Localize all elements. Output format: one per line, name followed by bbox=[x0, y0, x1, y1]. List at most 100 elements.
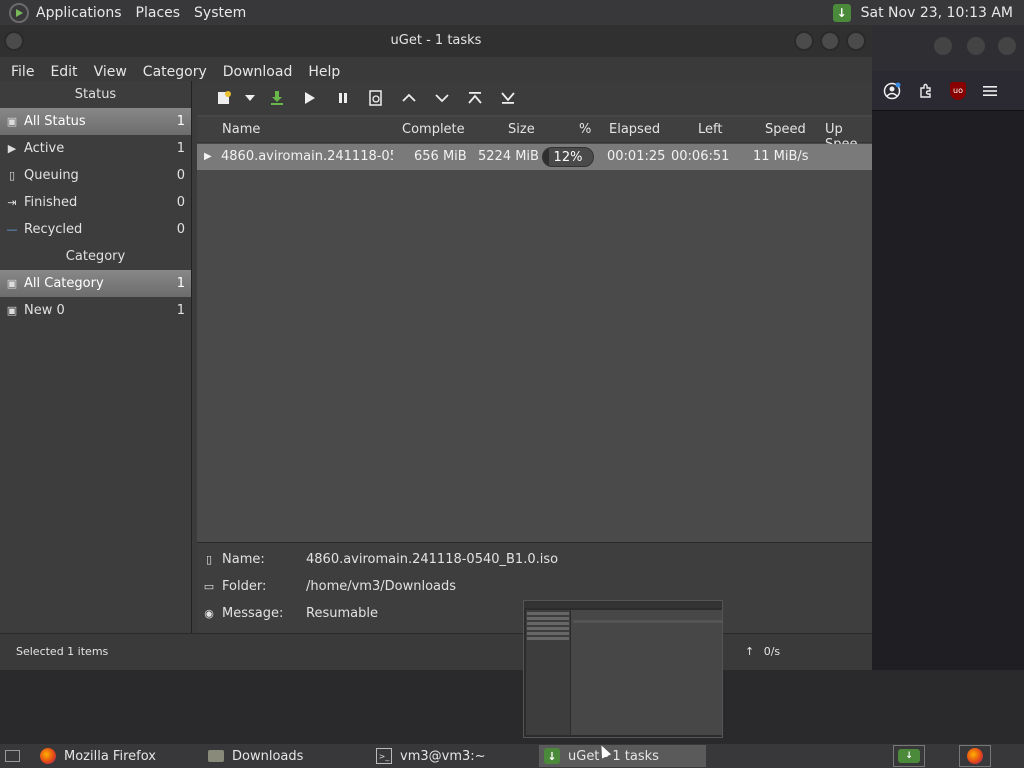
sidebar-item-label: Finished bbox=[24, 195, 78, 210]
workspace-2[interactable] bbox=[959, 745, 991, 767]
extensions-icon[interactable] bbox=[916, 81, 936, 101]
column-speed[interactable]: Speed bbox=[765, 122, 806, 137]
firefox-icon bbox=[40, 748, 56, 764]
progress-bar: 12% bbox=[542, 147, 594, 167]
document-icon: ▯ bbox=[8, 169, 16, 182]
column-percent[interactable]: % bbox=[579, 122, 591, 137]
show-desktop-button[interactable] bbox=[0, 745, 28, 767]
move-top-icon[interactable] bbox=[458, 83, 491, 113]
top-menu: Applications Places System bbox=[0, 0, 253, 25]
maximize-icon[interactable] bbox=[820, 31, 840, 51]
row-name: 4860.aviromain.241118-0540 bbox=[221, 149, 393, 164]
upload-speed: ↑ 0/s bbox=[745, 645, 780, 658]
places-menu[interactable]: Places bbox=[129, 5, 188, 21]
column-header: Name Complete Size % Elapsed Left Speed … bbox=[197, 117, 872, 152]
menu-category[interactable]: Category bbox=[135, 64, 215, 80]
workspace-1[interactable]: ↓ bbox=[893, 745, 925, 767]
pause-icon[interactable] bbox=[326, 83, 359, 113]
move-bottom-icon[interactable] bbox=[491, 83, 524, 113]
taskbar-item-downloads[interactable]: Downloads bbox=[203, 745, 368, 767]
category-icon: ▣ bbox=[6, 304, 18, 317]
sidebar-item-recycled[interactable]: — Recycled 0 bbox=[0, 216, 191, 243]
menu-view[interactable]: View bbox=[86, 64, 135, 80]
applications-menu[interactable]: Applications bbox=[29, 5, 129, 21]
category-header: Category bbox=[65, 249, 126, 264]
sidebar-item-count: 1 bbox=[176, 141, 185, 156]
uget-titlebar[interactable]: uGet - 1 tasks bbox=[0, 25, 872, 57]
move-up-icon[interactable] bbox=[392, 83, 425, 113]
menu-edit[interactable]: Edit bbox=[42, 64, 85, 80]
hamburger-menu-icon[interactable] bbox=[980, 81, 1000, 101]
uget-tray-icon[interactable]: ↓ bbox=[832, 3, 851, 22]
mate-logo-icon[interactable] bbox=[9, 2, 29, 23]
row-elapsed: 00:01:25 bbox=[607, 149, 666, 164]
maximize-icon[interactable] bbox=[967, 37, 985, 55]
row-left: 00:06:51 bbox=[671, 149, 730, 164]
account-icon[interactable] bbox=[882, 81, 902, 101]
sidebar-item-label: Queuing bbox=[24, 168, 79, 183]
window-preview-thumbnail[interactable] bbox=[523, 600, 723, 738]
column-name[interactable]: Name bbox=[222, 122, 260, 137]
detail-folder-row: ▭ Folder: /home/vm3/Downloads bbox=[202, 575, 456, 597]
sidebar-item-label: Active bbox=[24, 141, 65, 156]
menu-download[interactable]: Download bbox=[215, 64, 301, 80]
uget-icon: ↓ bbox=[544, 748, 560, 764]
row-size: 5224 MiB bbox=[478, 149, 539, 164]
menu-help[interactable]: Help bbox=[300, 64, 348, 80]
preview-main bbox=[571, 610, 722, 735]
sidebar-item-count: 1 bbox=[176, 303, 185, 318]
selected-count: Selected 1 items bbox=[16, 645, 109, 658]
start-icon[interactable] bbox=[293, 83, 326, 113]
column-complete[interactable]: Complete bbox=[402, 122, 465, 137]
sidebar-item-active[interactable]: ▶ Active 1 bbox=[0, 135, 191, 162]
sidebar-item-count: 1 bbox=[176, 276, 185, 291]
download-list[interactable]: Name Complete Size % Elapsed Left Speed … bbox=[197, 117, 872, 542]
sidebar-item-label: All Status bbox=[24, 114, 86, 129]
detail-name-row: ▯ Name: 4860.aviromain.241118-0540_B1.0.… bbox=[202, 548, 558, 570]
properties-icon[interactable] bbox=[359, 83, 392, 113]
taskbar-item-terminal[interactable]: >_ vm3@vm3:~ bbox=[371, 745, 536, 767]
minimize-icon[interactable] bbox=[794, 31, 814, 51]
row-play-icon: ▶ bbox=[204, 151, 212, 162]
window-title: uGet - 1 tasks bbox=[390, 33, 482, 48]
column-left[interactable]: Left bbox=[698, 122, 722, 137]
close-icon[interactable] bbox=[846, 31, 866, 51]
taskbar-item-label: vm3@vm3:~ bbox=[400, 748, 486, 764]
close-icon[interactable] bbox=[998, 37, 1016, 55]
table-row[interactable]: ▶ 4860.aviromain.241118-0540 656 MiB 522… bbox=[197, 144, 872, 170]
sidebar-item-count: 0 bbox=[176, 222, 185, 237]
sidebar-item-all-status[interactable]: ▣ All Status 1 bbox=[0, 108, 191, 135]
sidebar-item-queuing[interactable]: ▯ Queuing 0 bbox=[0, 162, 191, 189]
sidebar-item-count: 0 bbox=[176, 168, 185, 183]
menu-file[interactable]: File bbox=[3, 64, 42, 80]
top-panel-tray: ↓ Sat Nov 23, 10:13 AM bbox=[832, 0, 1013, 25]
status-header: Status bbox=[74, 87, 117, 102]
lightbulb-icon: ◉ bbox=[204, 606, 214, 620]
taskbar-item-label: Mozilla Firefox bbox=[64, 748, 156, 764]
download-icon[interactable] bbox=[260, 83, 293, 113]
sidebar: Status ▣ All Status 1 ▶ Active 1 ▯ Queui… bbox=[0, 81, 192, 633]
column-size[interactable]: Size bbox=[508, 122, 535, 137]
detail-name-label: Name: bbox=[222, 551, 265, 567]
preview-sidebar bbox=[526, 610, 570, 735]
ublock-icon[interactable]: uo bbox=[950, 81, 966, 100]
detail-folder-value: /home/vm3/Downloads bbox=[306, 578, 457, 594]
dropdown-arrow-icon[interactable] bbox=[240, 83, 260, 113]
new-download-icon[interactable] bbox=[207, 83, 240, 113]
firefox-toolbar: uo bbox=[872, 71, 1024, 111]
progress-label: 12% bbox=[553, 150, 583, 165]
system-menu[interactable]: System bbox=[187, 5, 253, 21]
clock[interactable]: Sat Nov 23, 10:13 AM bbox=[861, 5, 1013, 21]
sidebar-item-all-category[interactable]: ▣ All Category 1 bbox=[0, 270, 191, 297]
terminal-icon: >_ bbox=[376, 748, 392, 764]
move-down-icon[interactable] bbox=[425, 83, 458, 113]
preview-titlebar bbox=[524, 601, 722, 608]
sidebar-item-label: All Category bbox=[24, 276, 104, 291]
detail-message-label: Message: bbox=[222, 605, 284, 621]
sidebar-item-new-0[interactable]: ▣ New 0 1 bbox=[0, 297, 191, 324]
sidebar-item-finished[interactable]: ⇥ Finished 0 bbox=[0, 189, 191, 216]
taskbar-item-firefox[interactable]: Mozilla Firefox bbox=[35, 745, 200, 767]
column-elapsed[interactable]: Elapsed bbox=[609, 122, 660, 137]
minimize-icon[interactable] bbox=[934, 37, 952, 55]
taskbar-item-uget[interactable]: ↓ uGet - 1 tasks bbox=[539, 745, 706, 767]
